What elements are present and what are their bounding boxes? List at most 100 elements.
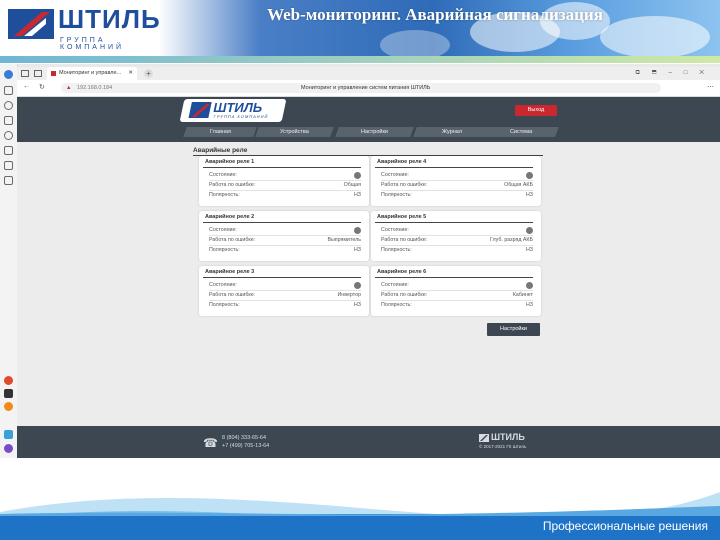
card-divider <box>375 222 533 223</box>
error-mode-value: Общая <box>343 182 361 188</box>
polarity-label: Полярность: <box>209 192 240 198</box>
error-mode-label: Работа по ошибке: <box>381 292 428 298</box>
tab-icon[interactable] <box>34 70 42 77</box>
nav-journal-label: Журнал <box>442 129 463 135</box>
extension-icon[interactable] <box>4 146 13 155</box>
download-icon[interactable] <box>4 131 13 140</box>
relay-card-title: Аварийное реле 2 <box>205 214 255 220</box>
card-divider <box>375 277 533 278</box>
error-mode-row: Работа по ошибке: Общая <box>209 181 361 191</box>
nav-system-label: Система <box>509 129 533 135</box>
new-tab-icon[interactable]: + <box>144 69 153 78</box>
media-icon[interactable] <box>4 444 13 453</box>
state-label: Состояние: <box>209 227 237 233</box>
nav-settings[interactable]: Настройки <box>335 127 414 137</box>
card-divider <box>203 222 361 223</box>
play-icon[interactable] <box>4 430 13 439</box>
menu-icon[interactable]: ⋯ <box>707 83 714 91</box>
logout-button[interactable]: Выход <box>515 105 557 116</box>
relay-card-1: Аварийное реле 1 Состояние: Работа по ош… <box>199 156 369 206</box>
slide-divider-strip <box>0 56 720 63</box>
state-label: Состояние: <box>381 282 409 288</box>
state-row: Состояние: <box>381 171 533 181</box>
state-indicator-icon <box>526 282 533 289</box>
fire-icon[interactable] <box>4 402 13 411</box>
state-label: Состояние: <box>209 282 237 288</box>
nav-main-label: Главная <box>209 129 231 135</box>
insecure-icon: ▲ <box>66 85 72 91</box>
collections-top-icon[interactable]: ⧉ <box>636 70 652 76</box>
section-title: Аварийные реле <box>193 147 248 154</box>
polarity-row: Полярность: НЗ <box>209 301 361 310</box>
relay-card-3: Аварийное реле 3 Состояние: Работа по ош… <box>199 266 369 316</box>
app-logo[interactable]: ШТИЛЬ ГРУППА КОМПАНИЙ <box>179 99 287 122</box>
app-logo-name: ШТИЛЬ <box>212 100 265 115</box>
nav-main[interactable]: Главная <box>183 127 257 137</box>
state-row: Состояние: <box>209 281 361 291</box>
state-indicator-icon <box>354 227 361 234</box>
tab-favicon <box>51 71 56 76</box>
history-icon[interactable] <box>4 101 13 110</box>
home-tab-icon[interactable] <box>21 70 29 77</box>
close-window-icon[interactable]: ✕ <box>699 70 716 76</box>
state-row: Состояние: <box>381 226 533 236</box>
relay-card-2: Аварийное реле 2 Состояние: Работа по ош… <box>199 211 369 261</box>
footer-copyright: © 2017-2021 ГК Штиль <box>479 444 527 449</box>
refresh-icon[interactable]: ↻ <box>39 83 45 91</box>
location-icon[interactable] <box>4 376 13 385</box>
nav-settings-label: Настройки <box>361 129 388 135</box>
polarity-value: НЗ <box>353 192 361 198</box>
slide-header: ШТИЛЬ ГРУППА КОМПАНИЙ Web-мониторинг. Ав… <box>0 0 720 62</box>
address-field[interactable]: ▲ 192.168.0.184 Мониторинг и управление … <box>61 83 661 93</box>
nav-journal[interactable]: Журнал <box>413 127 492 137</box>
error-mode-label: Работа по ошибке: <box>209 237 256 243</box>
error-mode-row: Работа по ошибке: Глуб. разряд АКБ <box>381 236 533 246</box>
footer-logo-icon <box>479 434 489 442</box>
relay-card-title: Аварийное реле 6 <box>377 269 427 275</box>
error-mode-value: Выпрямитель <box>327 237 361 243</box>
polarity-row: Полярность: НЗ <box>209 246 361 255</box>
os-side-panel <box>0 64 18 460</box>
error-mode-label: Работа по ошибке: <box>381 237 428 243</box>
error-mode-value: Глуб. разряд АКБ <box>489 237 533 243</box>
polarity-value: НЗ <box>525 302 533 308</box>
minimize-icon[interactable]: – <box>668 70 683 76</box>
error-mode-row: Работа по ошибке: Выпрямитель <box>209 236 361 246</box>
browser-tab-bar: Мониторинг и управле... ✕ + ⧉⬒–□✕ <box>17 67 720 80</box>
apps-icon[interactable] <box>4 176 13 185</box>
browser-tab[interactable]: Мониторинг и управле... ✕ <box>47 67 137 80</box>
app-footer: ☎ 8 (804) 333-65-64 +7 (499) 705-13-64 Ш… <box>17 426 720 460</box>
maximize-icon[interactable]: □ <box>684 70 700 76</box>
notes-icon[interactable] <box>4 161 13 170</box>
card-divider <box>203 277 361 278</box>
card-divider <box>203 167 361 168</box>
tab-close-icon[interactable]: ✕ <box>128 67 133 80</box>
relay-card-title: Аварийное реле 5 <box>377 214 427 220</box>
state-row: Состояние: <box>381 281 533 291</box>
app-logo-icon <box>188 102 212 118</box>
window-icon[interactable] <box>4 70 13 79</box>
polarity-label: Полярность: <box>209 247 240 253</box>
star-icon[interactable] <box>4 86 13 95</box>
polarity-row: Полярность: НЗ <box>381 191 533 200</box>
phone-2: +7 (499) 705-13-64 <box>222 443 270 449</box>
window-controls: ⧉⬒–□✕ <box>636 67 716 80</box>
app-logo-tagline: ГРУППА КОМПАНИЙ <box>213 114 269 119</box>
terminal-icon[interactable] <box>4 389 13 398</box>
relay-card-6: Аварийное реле 6 Состояние: Работа по ош… <box>371 266 541 316</box>
settings-button[interactable]: Настройки <box>487 323 540 336</box>
slide-footer-text: Профессиональные решения <box>542 519 708 533</box>
error-mode-value: Инвертор <box>337 292 361 298</box>
nav-devices-label: Устройства <box>280 129 309 135</box>
pin-icon[interactable]: ⬒ <box>652 70 669 76</box>
nav-system[interactable]: Система <box>483 127 559 137</box>
polarity-label: Полярность: <box>381 302 412 308</box>
state-label: Состояние: <box>381 227 409 233</box>
collections-icon[interactable] <box>4 116 13 125</box>
card-divider <box>375 167 533 168</box>
polarity-value: НЗ <box>525 192 533 198</box>
nav-devices[interactable]: Устройства <box>255 127 334 137</box>
error-mode-row: Работа по ошибке: Инвертор <box>209 291 361 301</box>
back-icon[interactable]: ← <box>23 83 30 90</box>
footer-brand: ШТИЛЬ <box>491 432 525 442</box>
